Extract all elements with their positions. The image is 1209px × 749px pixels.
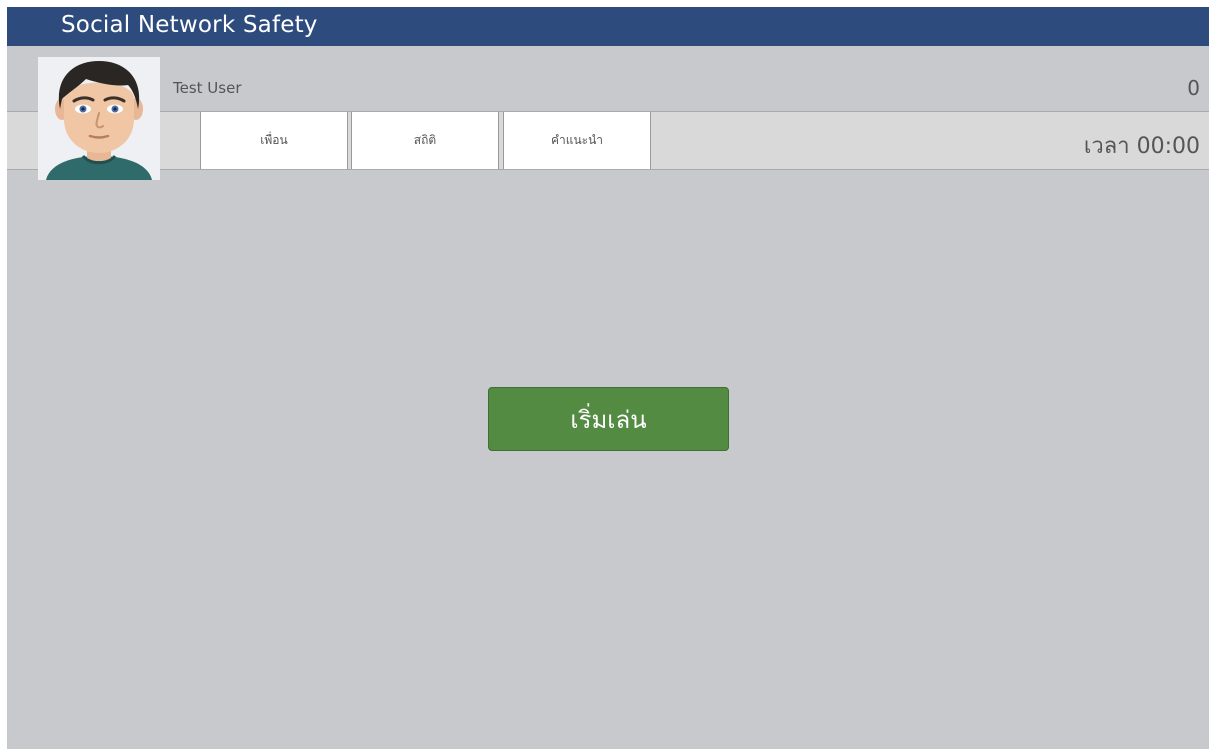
start-button[interactable]: เริ่มเล่น xyxy=(488,387,729,451)
app-window: Social Network Safety Test User 0 เพื่อน… xyxy=(7,7,1209,749)
tab-stats[interactable]: สถิติ xyxy=(351,112,499,169)
tab-friends[interactable]: เพื่อน xyxy=(200,112,348,169)
user-bar: Test User 0 xyxy=(7,46,1209,112)
tab-bar: เพื่อน สถิติ คำแนะนำ เวลา 00:00 xyxy=(7,112,1209,170)
app-title: Social Network Safety xyxy=(61,12,318,38)
tab-tips[interactable]: คำแนะนำ xyxy=(503,112,651,169)
avatar xyxy=(38,57,160,180)
score-value: 0 xyxy=(1187,76,1200,100)
user-name: Test User xyxy=(173,79,242,97)
title-bar: Social Network Safety xyxy=(7,7,1209,46)
avatar-icon xyxy=(38,57,160,180)
timer: เวลา 00:00 xyxy=(1083,134,1200,159)
